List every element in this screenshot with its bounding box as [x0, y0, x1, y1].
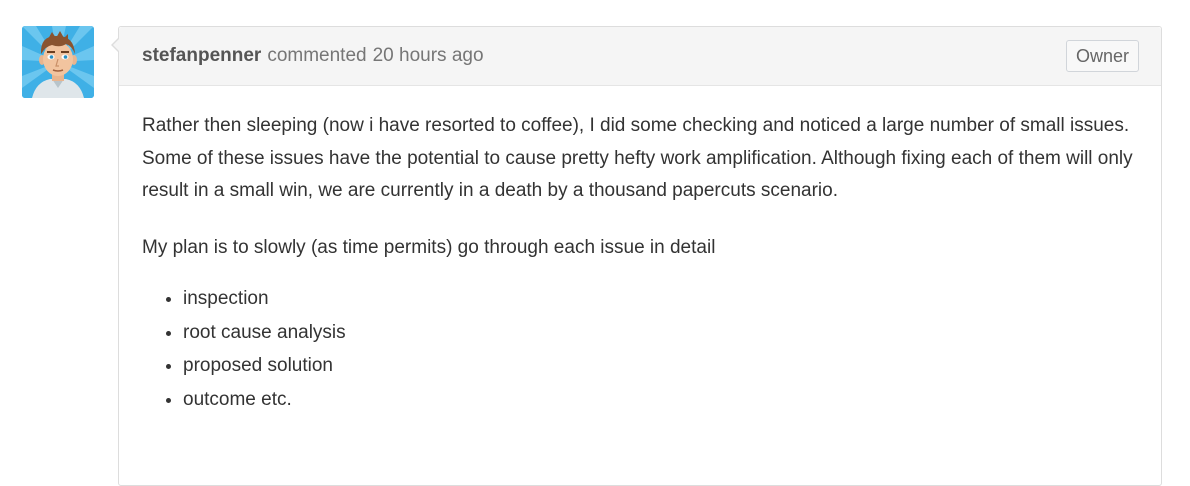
avatar-image: [22, 26, 94, 98]
author-link[interactable]: stefanpenner: [142, 45, 261, 67]
list-item: root cause analysis: [183, 316, 1138, 350]
avatar[interactable]: [22, 26, 94, 98]
comment-paragraph: My plan is to slowly (as time permits) g…: [142, 236, 716, 258]
comment-header: stefanpenner commented 20 hours ago Owne…: [119, 27, 1161, 86]
comment-action-text: commented: [267, 45, 367, 66]
list-item: proposed solution: [183, 349, 1138, 383]
comment-timestamp[interactable]: 20 hours ago: [373, 45, 484, 67]
comment-paragraph: Rather then sleeping (now i have resorte…: [142, 115, 1133, 201]
list-item: outcome etc.: [183, 383, 1138, 417]
owner-badge: Owner: [1065, 40, 1139, 72]
comment-list: inspection root cause analysis proposed …: [183, 282, 1138, 416]
list-item: inspection: [183, 282, 1138, 316]
comment-container: stefanpenner commented 20 hours ago Owne…: [111, 26, 1162, 486]
comment-body: Rather then sleeping (now i have resorte…: [119, 86, 1161, 416]
